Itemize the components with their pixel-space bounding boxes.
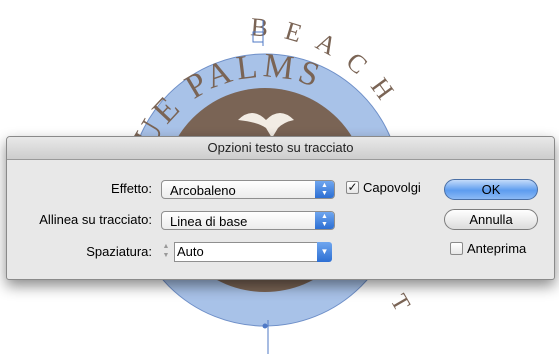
dialog-title: Opzioni testo su tracciato (7, 137, 554, 160)
spacing-stepper[interactable]: ▲ ▼ (159, 242, 173, 262)
effect-popup[interactable]: Arcobaleno ▲ ▼ (161, 180, 335, 199)
popup-arrows-icon: ▲ ▼ (315, 212, 334, 229)
align-label: Allinea su tracciato: (39, 212, 152, 227)
align-popup[interactable]: Linea di base ▲ ▼ (161, 211, 335, 230)
spacing-label: Spaziatura: (86, 244, 152, 259)
path-anchor-bottom[interactable] (262, 323, 268, 329)
type-on-path-options-dialog: Opzioni testo su tracciato Effetto: Arco… (6, 136, 555, 280)
spacing-input[interactable]: Auto (174, 242, 318, 262)
preview-label[interactable]: Anteprima (467, 241, 526, 256)
effect-value: Arcobaleno (170, 183, 236, 198)
ok-button[interactable]: OK (444, 179, 538, 200)
flip-label[interactable]: Capovolgi (363, 180, 421, 195)
chevron-down-icon[interactable]: ▼ (317, 242, 332, 262)
flip-checkbox[interactable]: ✓ (346, 181, 359, 194)
preview-checkbox[interactable] (450, 242, 463, 255)
outer-letter: T (385, 290, 415, 316)
popup-arrows-icon: ▲ ▼ (315, 181, 334, 198)
effect-label: Effetto: (111, 181, 152, 196)
align-value: Linea di base (170, 214, 248, 229)
cancel-button[interactable]: Annulla (444, 209, 538, 230)
spacing-combo: ▲ ▼ Auto ▼ (159, 242, 333, 262)
